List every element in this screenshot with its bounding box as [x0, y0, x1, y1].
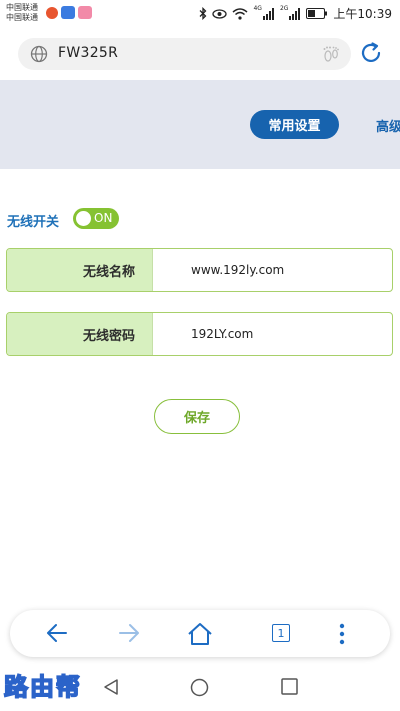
back-arrow-icon[interactable]: [45, 622, 69, 644]
tab-advanced[interactable]: 高级: [376, 116, 400, 135]
wireless-toggle[interactable]: ON: [73, 208, 119, 229]
footprint-icon[interactable]: [321, 44, 341, 64]
carrier-1: 中国联通: [6, 3, 38, 12]
url-text[interactable]: FW325R: [58, 45, 118, 61]
globe-icon: [30, 45, 48, 63]
status-icons: 4G 2G 上午10:39: [199, 5, 392, 22]
status-bar: 中国联通 中国联通 4G 2G 上午10:39: [0, 0, 400, 28]
carrier-2: 中国联通: [6, 13, 38, 22]
tabs-icon[interactable]: 1: [272, 624, 290, 642]
watermark-logo: 路由帮: [3, 672, 82, 702]
browser-page: 中国联通 中国联通 4G 2G 上午10:39 FW325R 常用设置 高级 无…: [0, 0, 400, 711]
recents-icon[interactable]: [281, 678, 298, 695]
password-input[interactable]: 192LY.com: [191, 327, 253, 341]
reload-icon[interactable]: [358, 40, 384, 66]
eye-icon: [212, 8, 228, 19]
toggle-knob: [76, 211, 91, 226]
carrier-info: 中国联通 中国联通: [6, 3, 38, 23]
toggle-state: ON: [94, 211, 113, 225]
back-icon[interactable]: [102, 678, 120, 696]
wireless-switch-label: 无线开关: [7, 215, 60, 230]
signal-icon: [289, 7, 301, 20]
home-circle-icon[interactable]: [190, 678, 209, 697]
wifi-icon: [232, 7, 248, 20]
bluetooth-icon: [200, 7, 207, 20]
header-band: [0, 80, 400, 169]
ssid-row: 无线名称 www.192ly.com: [6, 248, 393, 292]
signal-icon: [262, 7, 274, 20]
browser-toolbar: 1: [10, 610, 390, 657]
ssid-input[interactable]: www.192ly.com: [191, 263, 284, 277]
network-badge-1: 4G: [253, 5, 262, 12]
app-icon: [61, 6, 75, 19]
network-badge-2: 2G: [279, 5, 289, 12]
save-button[interactable]: 保存: [154, 399, 240, 434]
tab-common-settings[interactable]: 常用设置: [250, 110, 339, 139]
weibo-icon: [46, 7, 58, 19]
status-time: 上午10:39: [333, 7, 392, 21]
password-row: 无线密码 192LY.com: [6, 312, 393, 356]
password-label: 无线密码: [7, 313, 153, 355]
more-icon[interactable]: [338, 622, 346, 646]
ssid-label: 无线名称: [7, 249, 153, 291]
app-icon: [78, 6, 92, 19]
forward-arrow-icon[interactable]: [117, 622, 141, 644]
home-icon[interactable]: [187, 622, 213, 646]
battery-icon: [306, 8, 328, 19]
address-bar[interactable]: FW325R: [18, 38, 351, 70]
notification-icons: [46, 6, 92, 19]
